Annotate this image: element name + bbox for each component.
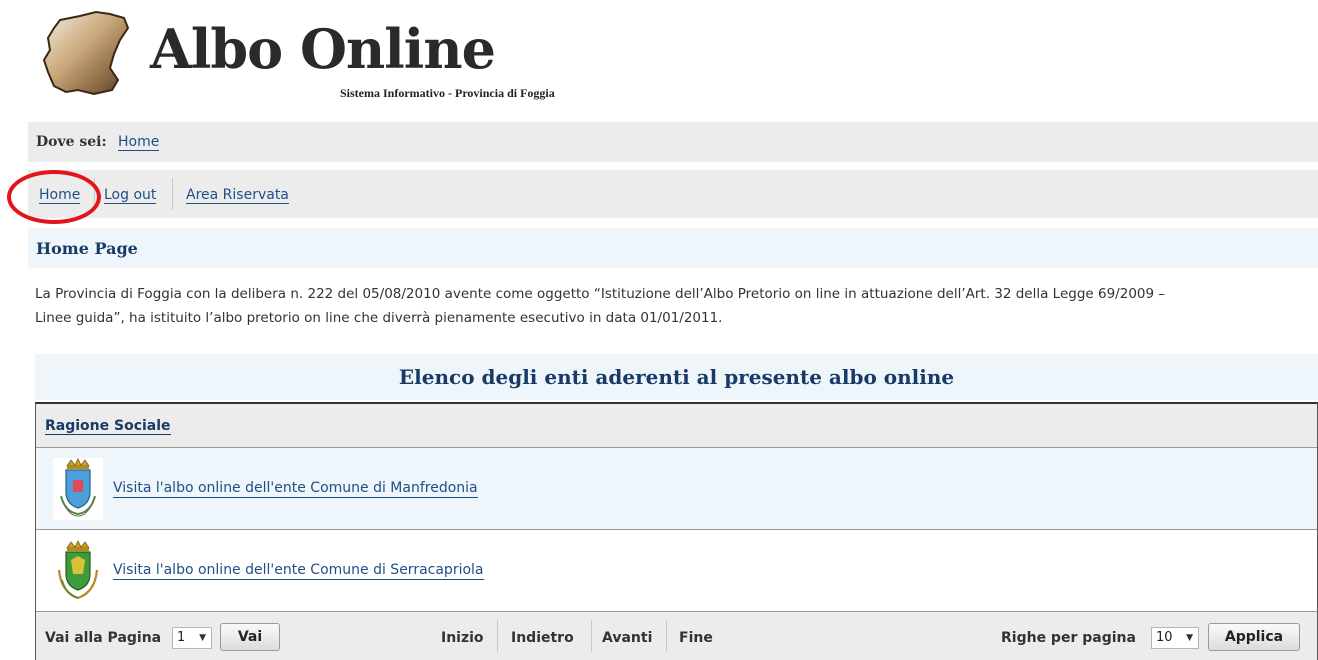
entity-link-manfredonia[interactable]: Visita l'albo online dell'ente Comune di… (113, 480, 478, 498)
table-header-row: Ragione Sociale (36, 404, 1317, 448)
crest-icon (53, 540, 103, 602)
chevron-down-icon: ▼ (1186, 633, 1193, 643)
home-highlight-annotation (7, 170, 101, 224)
chevron-down-icon: ▼ (199, 633, 206, 643)
apply-button[interactable]: Applica (1208, 623, 1300, 651)
pager-divider (666, 620, 667, 652)
table-caption: Elenco degli enti aderenti al presente a… (35, 354, 1318, 400)
page-select[interactable]: 1 ▼ (172, 627, 212, 649)
entity-link-serracapriola[interactable]: Visita l'albo online dell'ente Comune di… (113, 562, 484, 580)
breadcrumb-label: Dove sei: (36, 134, 107, 150)
entities-table: Ragione Sociale Visita l'albo online del… (35, 402, 1318, 660)
breadcrumb: Dove sei: Home (28, 122, 1318, 162)
crest-icon (53, 458, 103, 520)
rows-per-page-select[interactable]: 10 ▼ (1151, 627, 1199, 649)
sort-ragione-sociale-header[interactable]: Ragione Sociale (45, 418, 171, 435)
table-row: Visita l'albo online dell'ente Comune di… (36, 448, 1317, 530)
pager-last[interactable]: Fine (679, 630, 713, 646)
rows-per-page-value: 10 (1156, 630, 1173, 645)
go-button[interactable]: Vai (220, 623, 280, 651)
pagination-bar: Vai alla Pagina 1 ▼ Vai Inizio Indietro … (36, 612, 1317, 660)
table-row: Visita l'albo online dell'ente Comune di… (36, 530, 1317, 612)
page-select-value: 1 (177, 630, 186, 645)
site-subtitle: Sistema Informativo - Provincia di Foggi… (340, 86, 555, 100)
page-title: Home Page (36, 239, 138, 258)
intro-paragraph: La Provincia di Foggia con la delibera n… (35, 282, 1318, 330)
menu-divider (172, 178, 173, 210)
pager-next[interactable]: Avanti (602, 630, 652, 646)
site-title: Albo Online (150, 17, 496, 81)
intro-line: Linee guida”, ha istituito l’albo pretor… (35, 310, 723, 326)
page-heading-bar: Home Page (28, 228, 1318, 268)
menu-item-area-riservata[interactable]: Area Riservata (186, 187, 289, 204)
pager-prev[interactable]: Indietro (511, 630, 574, 646)
pager-divider (497, 620, 498, 652)
breadcrumb-home-link[interactable]: Home (118, 134, 160, 151)
pager-first[interactable]: Inizio (441, 630, 484, 646)
intro-line: La Provincia di Foggia con la delibera n… (35, 286, 1166, 302)
rows-per-page-label: Righe per pagina (1001, 630, 1136, 646)
province-map-logo-icon (42, 10, 130, 96)
goto-page-label: Vai alla Pagina (45, 630, 162, 646)
main-menu: Home Log out Area Riservata (28, 170, 1318, 218)
pager-divider (591, 620, 592, 652)
site-header: Albo Online Sistema Informativo - Provin… (0, 0, 1318, 118)
menu-item-logout[interactable]: Log out (104, 187, 157, 204)
